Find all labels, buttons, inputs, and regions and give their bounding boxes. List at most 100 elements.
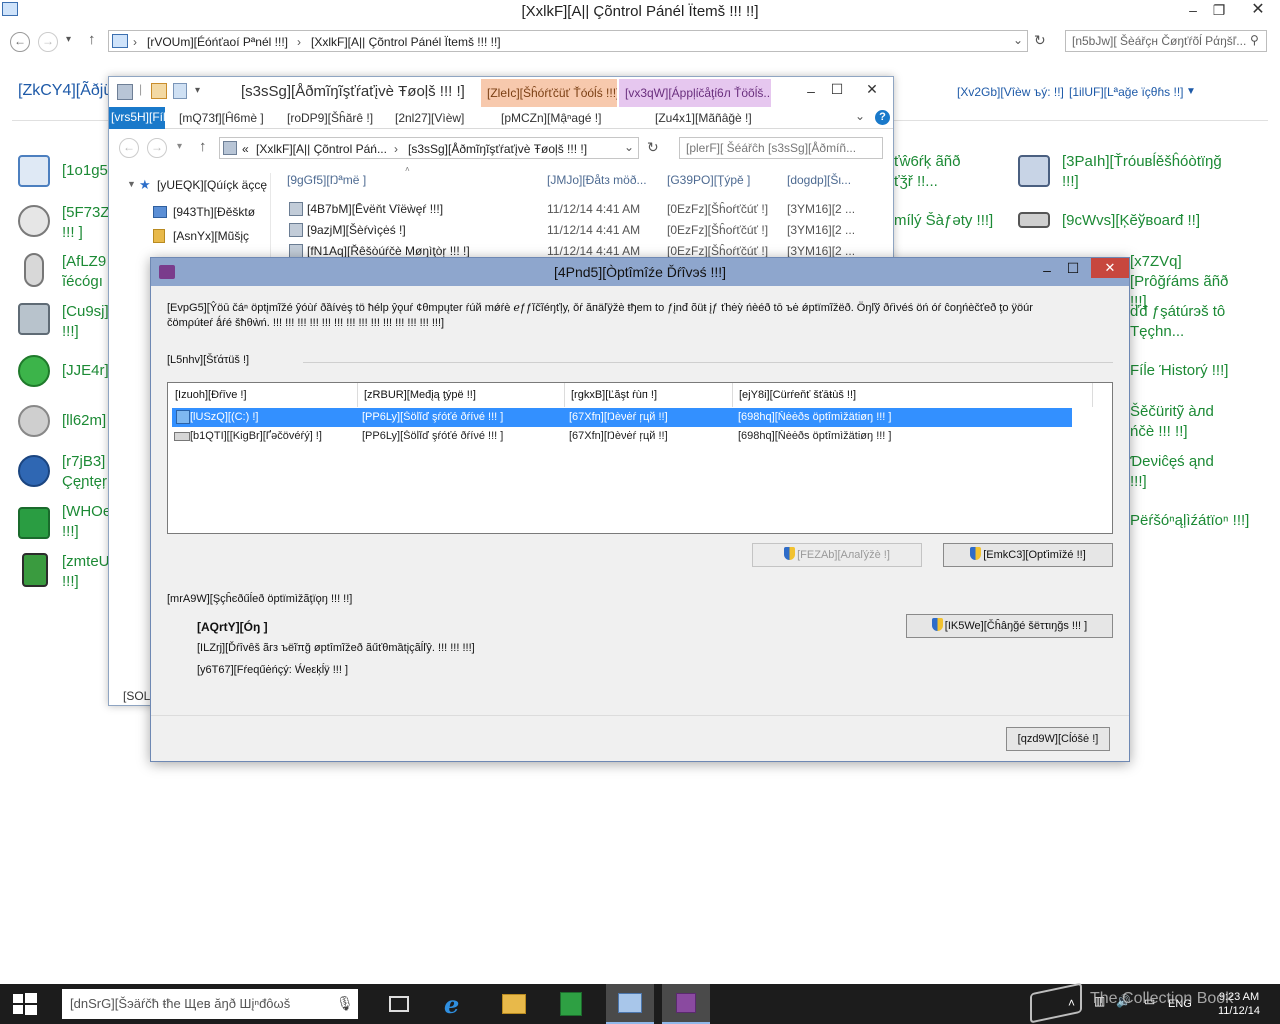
- explorer-back-arrow-icon[interactable]: ←: [119, 138, 139, 158]
- control-panel-search-input[interactable]: [n5bJw][ Šèářçн Čøŋťŕõĺ Ράŋšľ...: [1065, 30, 1267, 52]
- cp-item-programs[interactable]: [x7ZVq][Ρrôğŕáms ãñð !!!]: [1130, 252, 1250, 312]
- column-header-drive[interactable]: [Izuoh][Ðŕīve !]: [175, 389, 247, 401]
- cp-item-2[interactable]: [5F73Z !!! ]: [62, 203, 108, 243]
- refresh-icon[interactable]: ↻: [1034, 32, 1046, 49]
- ribbon-manage-shortcut-tab[interactable]: [pMCZn][Mậⁿagé !]: [501, 111, 601, 125]
- close-button[interactable]: ✕: [1238, 0, 1278, 22]
- cp-item-keyboard[interactable]: [9cWvs][Ķĕўвoarđ !!]: [1062, 212, 1252, 229]
- cp-item-devices[interactable]: Ɗeνiĉęś ąnd !!!]: [1130, 452, 1250, 492]
- task-view-button[interactable]: [375, 984, 423, 1024]
- column-header-date-modified[interactable]: [JMJo][Ðåtз möð...: [547, 173, 663, 187]
- speaker-icon[interactable]: [18, 405, 50, 437]
- keyboard-icon[interactable]: [1018, 212, 1050, 228]
- analyze-button[interactable]: [FEZAb][Aлаľýžè !]: [752, 543, 922, 567]
- column-separator[interactable]: [732, 383, 733, 407]
- optimize-button[interactable]: [EmkC3][Opťimīžé !!]: [943, 543, 1113, 567]
- taskbar-control-panel[interactable]: [606, 984, 654, 1024]
- file-row[interactable]: [4B7bM][Ēvëňt Vîëẁęŕ !!!] 11/12/14 4:41 …: [287, 201, 887, 221]
- taskbar-file-explorer[interactable]: [490, 984, 538, 1024]
- drive-row[interactable]: [lUSzQ][(C:) !] [PP6Ly][Šöĺĭď şŕóťé ðŕíν…: [172, 408, 1072, 427]
- quick-access-chevron-icon[interactable]: ▼: [127, 179, 136, 189]
- explorer-maximize-button[interactable]: ☐: [825, 79, 849, 101]
- explorer-close-button[interactable]: ✕: [857, 79, 887, 101]
- cp-item-5[interactable]: [JJE4r]: [62, 362, 108, 379]
- column-separator[interactable]: [357, 383, 358, 407]
- breadcrumb-control-panel[interactable]: [rVOUm][Éóńťaoí Pªnél !!!]: [147, 35, 288, 49]
- nav-item-quick-access[interactable]: [yUEQK][Qúíçk äçcę: [157, 178, 269, 192]
- ribbon-share-tab[interactable]: [roDP9][Šĥărê !]: [287, 111, 373, 125]
- ribbon-manage-app-tab[interactable]: [Zu4x1][Mãñâğè !]: [655, 111, 752, 125]
- column-separator[interactable]: [564, 383, 565, 407]
- cp-item-9[interactable]: [zmteU !!!]: [62, 552, 108, 592]
- shortcut-tools-context-tab[interactable]: [ZleIc][Šĥóŕťčüť Ťóóĺś !!!]: [481, 79, 617, 107]
- qat-chevron-icon[interactable]: ▾: [195, 85, 200, 96]
- column-header-media-type[interactable]: [zRBUR][Međįą ţýpë !!]: [364, 389, 476, 401]
- dialog-minimize-button[interactable]: –: [1035, 260, 1059, 282]
- cp-item-file-history[interactable]: Fíĺe Ήistorý !!!]: [1130, 362, 1250, 379]
- back-arrow-icon[interactable]: ←: [10, 32, 30, 52]
- address-dropdown-chevron-icon[interactable]: ⌄: [1013, 33, 1023, 47]
- help-icon[interactable]: ?: [875, 110, 890, 125]
- close-dialog-button[interactable]: [qzd9W][Cĺóšė !]: [1006, 727, 1110, 751]
- explorer-refresh-icon[interactable]: ↻: [647, 139, 659, 156]
- taskbar-internet-explorer[interactable]: e: [432, 984, 480, 1024]
- battery-icon[interactable]: [22, 553, 48, 587]
- up-arrow-icon[interactable]: ↑: [88, 31, 96, 48]
- minimize-button[interactable]: –: [1180, 0, 1206, 22]
- explorer-address-bar[interactable]: « [XxlkF][A|| Çõntrol Páń... › [s3sSg][Å…: [219, 137, 639, 159]
- cp-item-1[interactable]: [1o1g5: [62, 162, 108, 179]
- explorer-up-arrow-icon[interactable]: ↑: [199, 138, 207, 155]
- ribbon-view-tab[interactable]: [2nl27][Vìèw]: [395, 111, 464, 125]
- explorer-minimize-button[interactable]: –: [799, 81, 823, 103]
- troubleshooting-icon[interactable]: [1018, 155, 1050, 187]
- address-overflow-chevron-icon[interactable]: «: [242, 142, 249, 156]
- cp-item-4[interactable]: [Cu9sj] !!!]: [62, 302, 108, 342]
- show-hidden-icons-chevron-icon[interactable]: ˄: [1068, 996, 1075, 1010]
- view-by-dropdown[interactable]: [1ilUF][Lªaǧe їçθɦs !!]: [1069, 85, 1184, 99]
- column-header-type[interactable]: [G39PO][Ţýpě ]: [667, 173, 783, 187]
- dialog-maximize-button[interactable]: ☐: [1061, 258, 1085, 280]
- view-by-chevron-icon[interactable]: ▼: [1186, 86, 1196, 97]
- cp-item-personalization[interactable]: Рëŕšóⁿąļìźátïoⁿ !!!]: [1130, 512, 1250, 529]
- ribbon-home-tab[interactable]: [mQ73f][Ĥ6mè ]: [179, 111, 264, 125]
- cp-item-family-safety[interactable]: mílý Šàƒəty !!!]: [894, 212, 1006, 229]
- cp-item-6[interactable]: [ll62m]: [62, 412, 108, 429]
- cp-item-7[interactable]: [r7jB3] Çęɲtęŗ: [62, 452, 108, 492]
- explorer-recent-chevron-icon[interactable]: ▾: [177, 141, 182, 152]
- sync-center-icon[interactable]: [18, 455, 50, 487]
- magnifier-icon[interactable]: [18, 205, 50, 237]
- microphone-icon[interactable]: [24, 253, 44, 287]
- ribbon-expand-chevron-icon[interactable]: ⌄: [855, 109, 865, 123]
- column-header-size[interactable]: [dogdp][Šι...: [787, 173, 867, 187]
- computer-icon[interactable]: [18, 303, 50, 335]
- ribbon-file-tab[interactable]: [vrs5H][Fílê: [109, 107, 165, 129]
- file-row[interactable]: [fN1Aq][Řêšòúŕčè Μøŋìţòŗ !!! !] 11/12/14…: [287, 243, 887, 257]
- column-header-name[interactable]: [9gGf5][Ŋªmë ]: [287, 173, 537, 187]
- start-button[interactable]: [0, 984, 50, 1024]
- taskbar-store[interactable]: [548, 984, 596, 1024]
- breadcrumb-all-items[interactable]: [XxlkF][A|| Çõntrol Pánél Ïtemš !!! !!]: [311, 35, 501, 49]
- taskbar-optimize-drives[interactable]: [662, 984, 710, 1024]
- recent-locations-chevron-icon[interactable]: ▾: [66, 34, 71, 45]
- taskbar-search-input[interactable]: [dnSrG][Šэäŕčħ ŧħе Щев ăŋð Шįⁿđôωš: [62, 989, 358, 1019]
- change-settings-button[interactable]: [IK5We][Čĥâŋğé šёττιŋğs !!! ]: [906, 614, 1113, 638]
- drives-list[interactable]: [Izuoh][Ðŕīve !] [zRBUR][Međįą ţýpë !!] …: [167, 382, 1113, 534]
- cp-item-8[interactable]: [WHOe !!!]: [62, 502, 108, 542]
- address-dropdown-chevron-icon[interactable]: ⌄: [624, 140, 634, 154]
- new-folder-icon[interactable]: [173, 83, 187, 99]
- address-crumb-admin-tools[interactable]: [s3sSg][Åðmĩŋĩşťŕaťįvè Ŧøoļš !!! !]: [408, 142, 587, 156]
- application-tools-context-tab[interactable]: [vx3qW][Áppļίčåţί6л Ťöõĺš...: [619, 79, 771, 107]
- calendar-icon[interactable]: [18, 155, 50, 187]
- properties-icon[interactable]: [151, 83, 167, 99]
- explorer-search-input[interactable]: [plerF][ Šéářĉh [s3sSg][Åðmíñ...: [679, 137, 883, 159]
- forward-arrow-icon[interactable]: →: [38, 32, 58, 52]
- nav-item-desktop[interactable]: [943Th][Ðĕšktø: [173, 205, 269, 219]
- control-panel-address-bar[interactable]: › [rVOUm][Éóńťaoí Pªnél !!!] › [XxlkF][A…: [108, 30, 1028, 52]
- sync-icon[interactable]: [18, 355, 50, 387]
- cp-item-troubleshooting[interactable]: [3PaIh][Ťróuвĺěšĥóòtïŋğ !!!]: [1062, 152, 1252, 192]
- drive-row[interactable]: [b1QTI][[KigBr][Ґəčövéŕý] !] [PP6Ly][Šöĺ…: [172, 427, 1072, 446]
- column-separator[interactable]: [1092, 383, 1093, 407]
- cp-item-security[interactable]: Šěčüritỹ àлd ńčè !!! !!]: [1130, 402, 1250, 442]
- cp-item-3[interactable]: [AfLZ9 ĩécógı: [62, 252, 108, 292]
- windows-update-icon[interactable]: [18, 507, 50, 539]
